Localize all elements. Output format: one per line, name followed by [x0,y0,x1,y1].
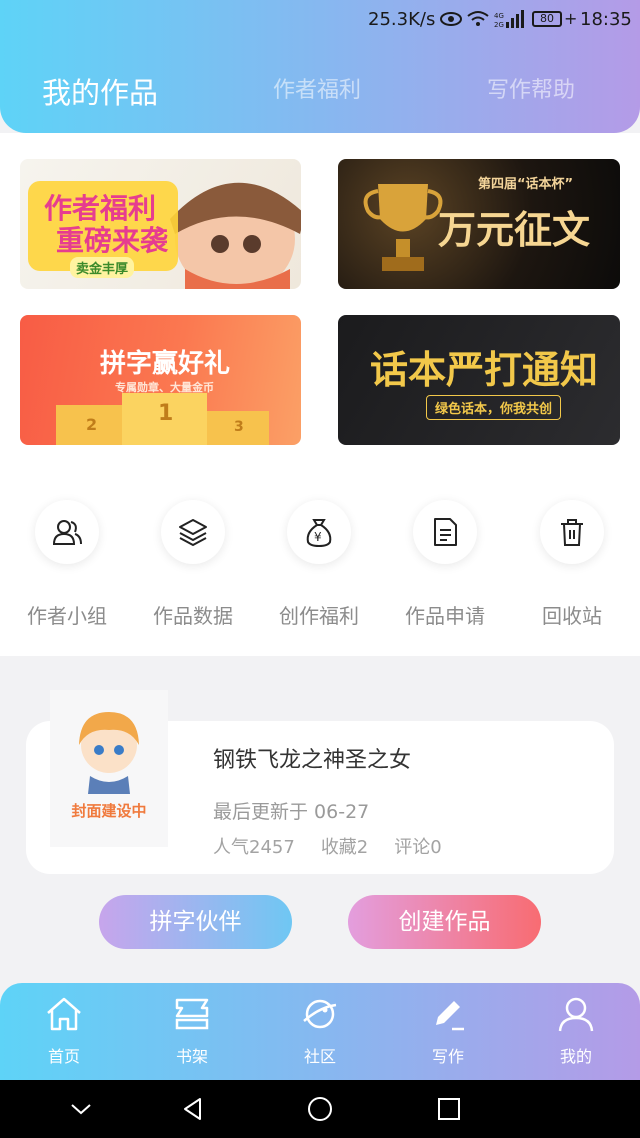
svg-text:2G: 2G [494,21,504,28]
bookshelf-icon [175,998,209,1030]
nav-home[interactable]: 首页 [19,995,109,1067]
banner-subtitle: 绿色话本，你我共创 [426,395,562,420]
nav-label: 写作 [431,1047,464,1066]
banner-badge: 卖金丰厚 [70,257,135,278]
feature-label: 作者小组 [27,604,107,628]
chevron-down-icon[interactable] [68,1096,94,1122]
nav-label: 书架 [175,1047,208,1066]
banner-subtitle: 专属勋章、大量金币 [115,381,214,394]
back-icon[interactable] [180,1096,206,1122]
home-icon [47,997,81,1031]
header: 25.3K/s 4G 2G 80 + 18:35 我的作品 作者福利 写作帮助 [0,0,640,133]
nav-bookshelf[interactable]: 书架 [147,995,237,1067]
nav-profile[interactable]: 我的 [531,995,621,1067]
nav-label: 首页 [47,1047,80,1066]
planet-icon [303,999,337,1029]
feature-work-data[interactable]: 作品数据 [138,500,248,629]
banner-crackdown-notice[interactable]: 话本严打通知 绿色话本，你我共创 [338,315,620,445]
feature-label: 作品申请 [405,604,485,628]
stat-comments: 评论0 [394,837,442,858]
pen-icon [436,1001,464,1031]
feature-label: 创作福利 [279,604,359,628]
charging-icon: + [564,9,578,28]
user-icon [558,997,594,1032]
banner-title: 拼字赢好礼 [100,349,231,379]
banner-title-line2: 重磅来袭 [56,224,169,257]
signal-icon: 4G 2G [494,10,524,28]
banner-subtitle: 第四届“话本杯” [478,177,574,192]
svg-text:4G: 4G [494,12,504,20]
svg-text:¥: ¥ [314,530,322,544]
stat-popularity: 人气2457 [213,837,295,858]
home-circle-icon[interactable] [307,1096,333,1122]
banner-title: 万元征文 [438,208,591,252]
feature-work-application[interactable]: 作品申请 [390,500,500,629]
stat-favorites: 收藏2 [320,837,369,858]
money-bag-icon: ¥ [287,500,351,564]
feature-label: 回收站 [542,604,602,628]
layers-icon [161,500,225,564]
system-nav-bar [0,1080,640,1138]
document-icon [413,500,477,564]
podium-first: 1 [158,401,174,426]
banner-title: 话本严打通知 [370,348,599,392]
tab-writing-help[interactable]: 写作帮助 [487,72,575,104]
tab-my-works[interactable]: 我的作品 [42,70,158,112]
group-icon [35,500,99,564]
wifi-icon [467,11,489,26]
banner-essay-contest[interactable]: 第四届“话本杯” 万元征文 [338,159,620,289]
nav-label: 社区 [303,1047,336,1066]
feature-creation-welfare[interactable]: ¥ 创作福利 [264,500,374,629]
work-stats: 人气2457 收藏2 评论0 [213,833,468,859]
tab-author-welfare[interactable]: 作者福利 [273,72,361,104]
word-partner-button[interactable]: 拼字伙伴 [99,895,292,949]
banner-author-welfare[interactable]: 作者福利 重磅来袭 卖金丰厚 [20,159,301,289]
feature-label: 作品数据 [153,604,233,628]
nav-community[interactable]: 社区 [275,995,365,1067]
podium-third: 3 [234,419,244,435]
work-title[interactable]: 钢铁飞龙之神圣之女 [213,742,411,774]
net-speed: 25.3K/s [368,9,436,30]
cover-placeholder-text: 封面建设中 [71,802,147,820]
create-work-button[interactable]: 创建作品 [348,895,541,949]
feature-row: 作者小组 作品数据 ¥ 创作福利 作品申请 回收站 [0,448,640,656]
nav-label: 我的 [559,1047,592,1066]
clock: 18:35 [580,9,632,30]
status-bar: 25.3K/s 4G 2G 80 + 18:35 [0,0,640,38]
chibi-placeholder-illustration [79,712,139,794]
recents-icon[interactable] [436,1096,462,1122]
bottom-nav: 首页 书架 社区 写作 我的 [0,983,640,1080]
feature-recycle-bin[interactable]: 回收站 [517,500,627,629]
trash-icon [540,500,604,564]
banner-grid: 作者福利 重磅来袭 卖金丰厚 第四届“话本杯” 万元征文 拼字赢好礼 专属勋章、… [0,133,640,448]
work-last-updated: 最后更新于 06-27 [213,801,370,823]
banner-word-reward[interactable]: 拼字赢好礼 专属勋章、大量金币 2 1 3 [20,315,301,445]
podium-second: 2 [86,415,98,434]
feature-author-group[interactable]: 作者小组 [12,500,122,629]
nav-write[interactable]: 写作 [403,995,493,1067]
battery-indicator: 80 [532,11,562,27]
eye-icon [440,12,462,26]
work-cover[interactable]: 封面建设中 [50,690,168,847]
